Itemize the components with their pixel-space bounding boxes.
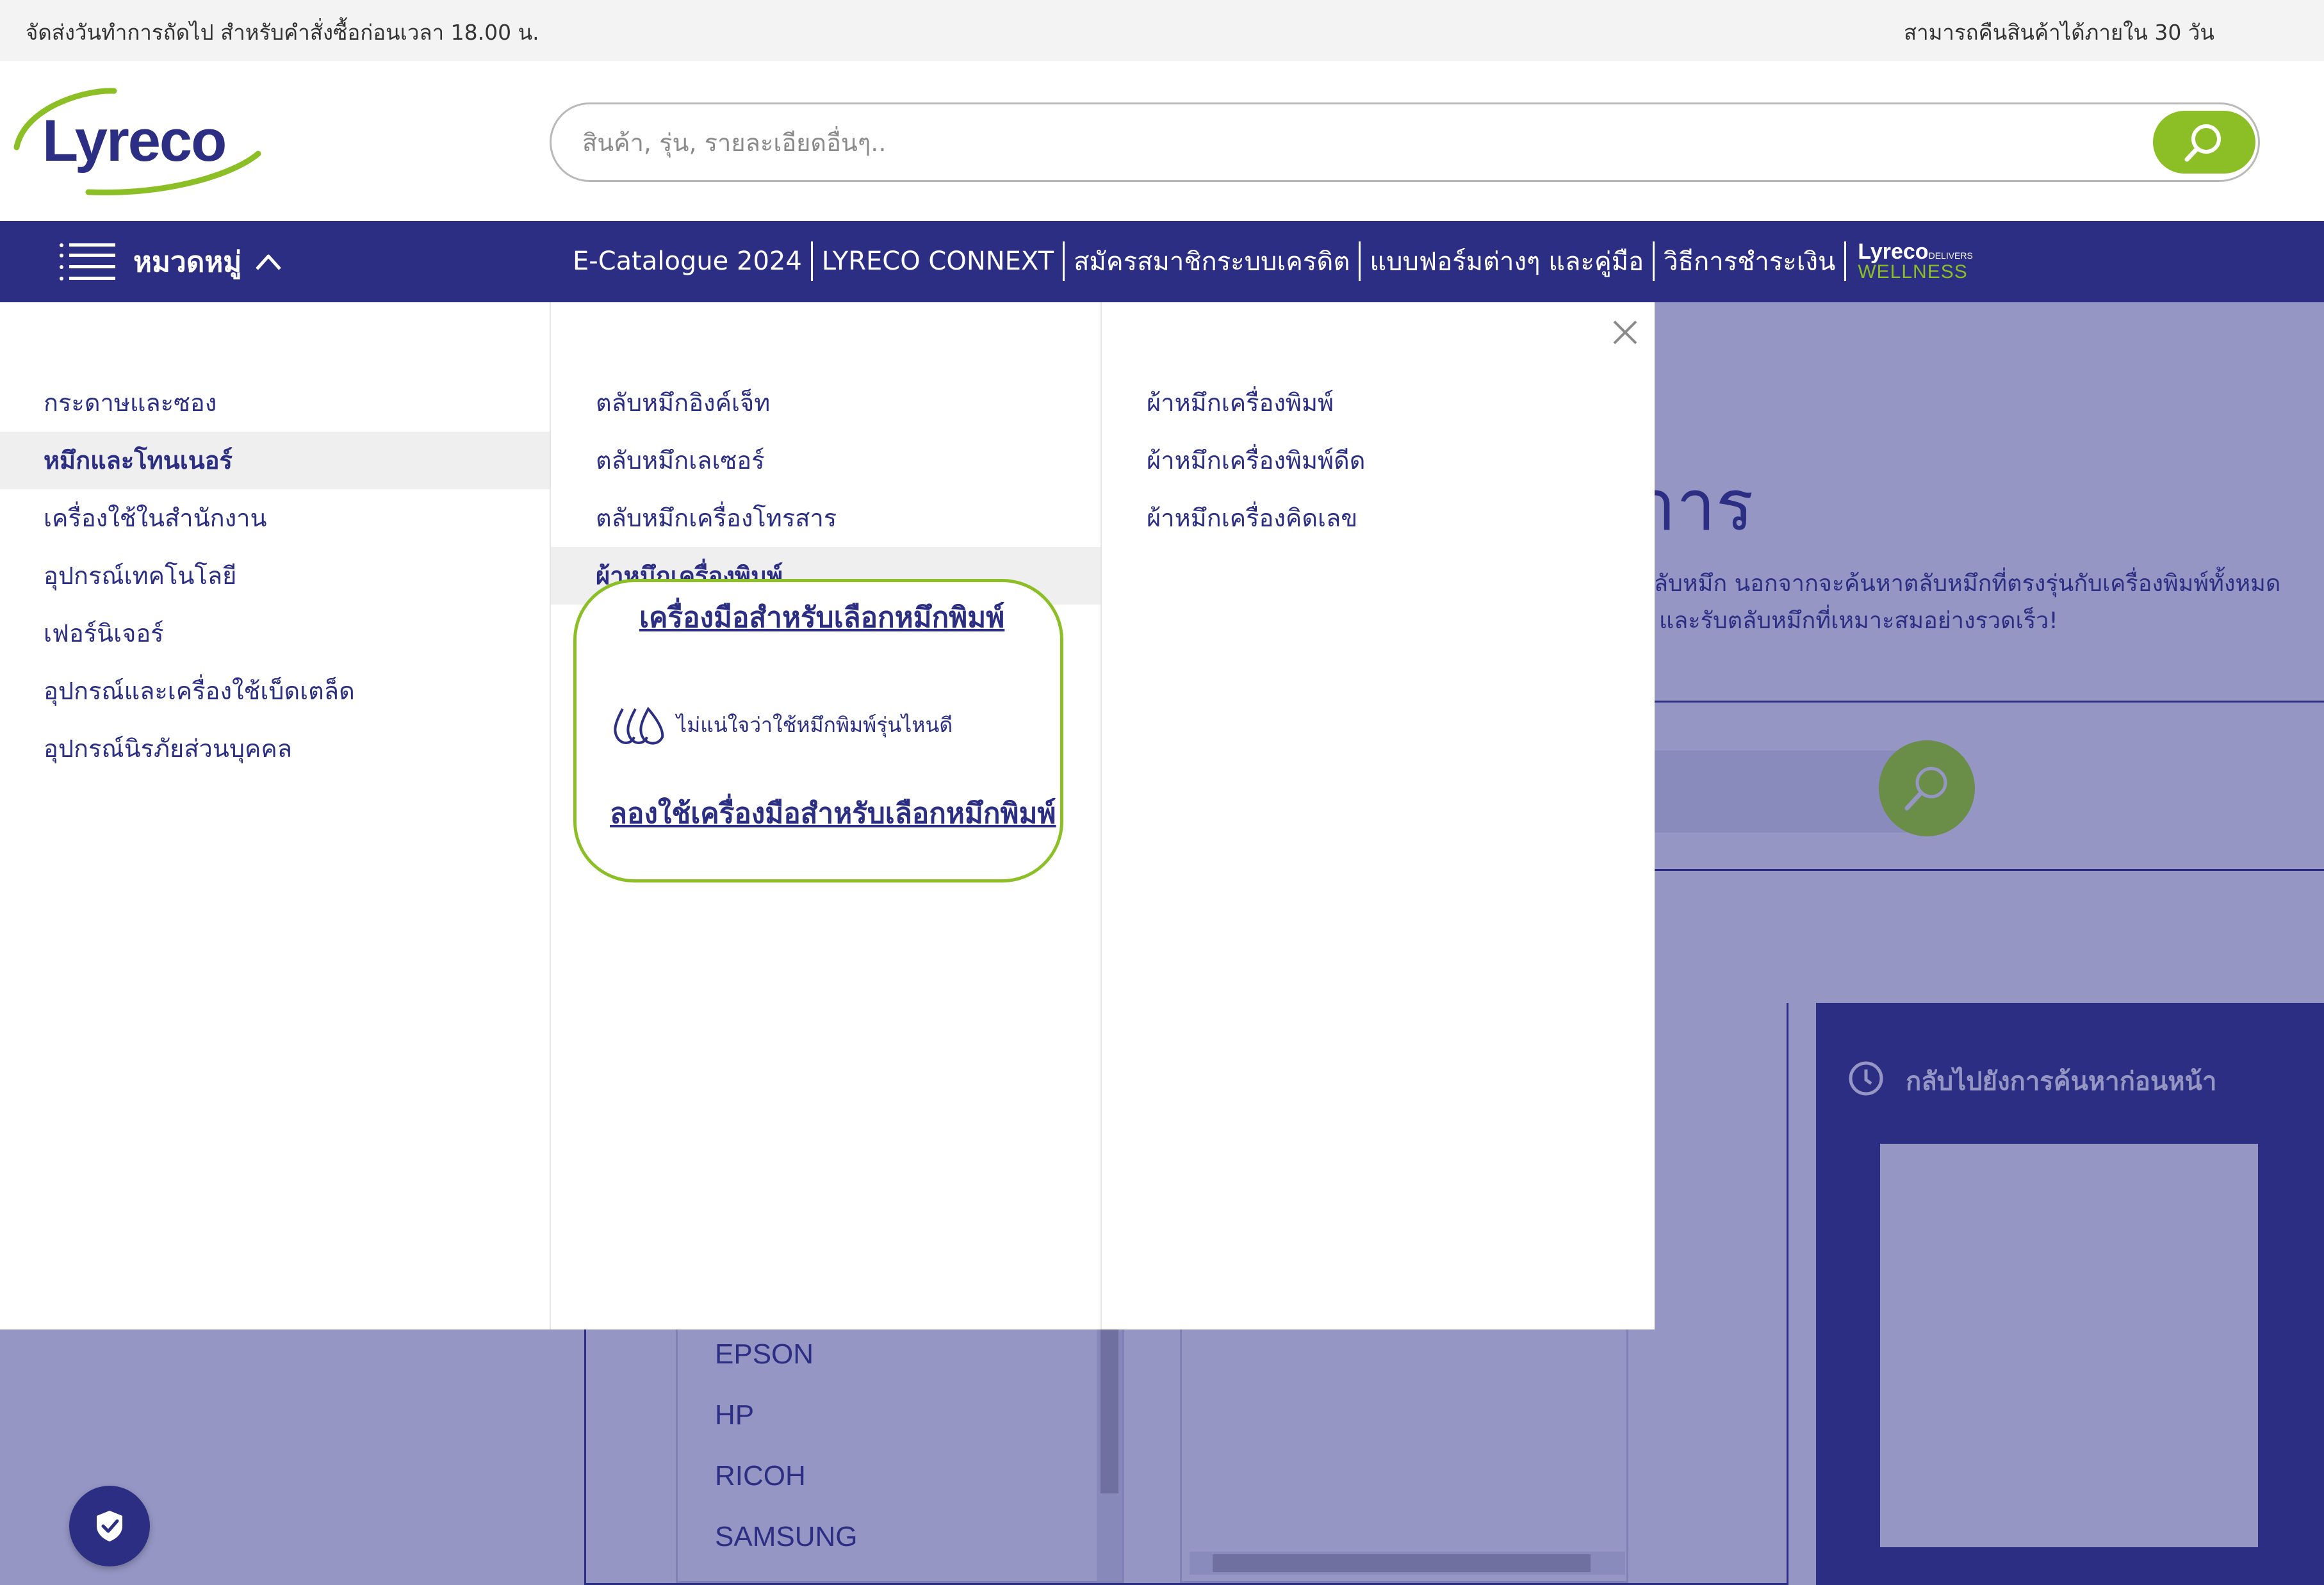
brand-option[interactable]: SAMSUNG bbox=[715, 1521, 857, 1553]
menu-item[interactable]: ผ้าหมึกเครื่องพิมพ์ bbox=[1102, 374, 1655, 432]
ink-finder-cta-link[interactable]: ลองใช้เครื่องมือสำหรับเลือกหมึกพิมพ์ bbox=[610, 800, 1058, 828]
scrollbar-thumb[interactable] bbox=[1101, 1327, 1118, 1493]
ink-drops-icon bbox=[614, 706, 664, 745]
previous-search-panel: กลับไปยังการค้นหาก่อนหน้า bbox=[1816, 1003, 2324, 1585]
subcategory-item[interactable]: ตลับหมึกอิงค์เจ็ท bbox=[551, 374, 1101, 432]
divider bbox=[1654, 869, 2324, 871]
nav-link-payment[interactable]: วิธีการชำระเงิน bbox=[1655, 241, 1844, 282]
nav-link-connext[interactable]: LYRECO CONNEXT bbox=[813, 247, 1063, 276]
category-item[interactable]: เฟอร์นิเจอร์ bbox=[0, 605, 550, 662]
search-icon bbox=[2184, 124, 2221, 162]
model-list[interactable] bbox=[1180, 1327, 1628, 1583]
brand-list[interactable]: EPSON HP RICOH SAMSUNG bbox=[676, 1327, 1124, 1583]
subcategory-item[interactable]: ตลับหมึกเครื่องโทรสาร bbox=[551, 489, 1101, 547]
top-info-bar: จัดส่งวันทำการถัดไป สำหรับคำสั่งซื้อก่อน… bbox=[0, 0, 2324, 61]
menu-item[interactable]: ผ้าหมึกเครื่องพิมพ์ดีด bbox=[1102, 432, 1655, 489]
returns-note: สามารถคืนสินค้าได้ภายใน 30 วัน bbox=[1904, 20, 2214, 45]
close-icon[interactable] bbox=[1609, 316, 1641, 348]
search-button[interactable] bbox=[2153, 111, 2255, 174]
brand-option[interactable]: RICOH bbox=[715, 1460, 806, 1492]
previous-search-box bbox=[1880, 1144, 2258, 1547]
horizontal-scrollbar[interactable] bbox=[1190, 1552, 1625, 1575]
category-item[interactable]: อุปกรณ์และเครื่องใช้เบ็ดเตล็ด bbox=[0, 662, 550, 720]
search-icon bbox=[1904, 767, 1947, 811]
categories-menu-button[interactable]: หมวดหมู่ bbox=[59, 239, 282, 285]
brand-option[interactable]: EPSON bbox=[715, 1338, 814, 1370]
logo-text: Lyreco bbox=[42, 108, 227, 174]
category-item[interactable]: อุปกรณ์นิรภัยส่วนบุคคล bbox=[0, 720, 550, 777]
brand-option[interactable]: HP bbox=[715, 1399, 754, 1431]
wellness-word: WELLNESS bbox=[1858, 261, 1968, 282]
ink-finder-promo: เครื่องมือสำหรับเลือกหมึกพิมพ์ ไม่แน่ใจว… bbox=[573, 579, 1063, 882]
category-item[interactable]: เครื่องใช้ในสำนักงาน bbox=[0, 489, 550, 547]
menu-item[interactable]: ผ้าหมึกเครื่องคิดเลข bbox=[1102, 489, 1655, 547]
chevron-up-icon bbox=[256, 254, 282, 270]
category-item-active[interactable]: หมึกและโทนเนอร์ bbox=[0, 432, 550, 489]
delivery-note: จัดส่งวันทำการถัดไป สำหรับคำสั่งซื้อก่อน… bbox=[26, 20, 539, 45]
clock-icon bbox=[1849, 1061, 1883, 1096]
hamburger-icon bbox=[60, 243, 115, 280]
divider bbox=[1654, 701, 2324, 703]
privacy-settings-button[interactable] bbox=[69, 1486, 150, 1566]
search-input[interactable] bbox=[582, 124, 2120, 162]
category-column: กระดาษและซอง หมึกและโทนเนอร์ เครื่องใช้ใ… bbox=[0, 302, 551, 1329]
item-column: ผ้าหมึกเครื่องพิมพ์ ผ้าหมึกเครื่องพิมพ์ด… bbox=[1102, 302, 1655, 1329]
wellness-sub: DELIVERS bbox=[1928, 250, 1973, 261]
ink-finder-title-link[interactable]: เครื่องมือสำหรับเลือกหมึกพิมพ์ bbox=[639, 604, 1024, 632]
page-description-line1: ลับหมึก นอกจากจะค้นหาตลับหมึกที่ตรงรุ่นก… bbox=[1654, 571, 2281, 597]
wellness-brand: Lyreco bbox=[1858, 240, 1929, 264]
previous-search-link[interactable]: กลับไปยังการค้นหาก่อนหน้า bbox=[1906, 1061, 2216, 1101]
brand-list-scrollbar[interactable] bbox=[1097, 1327, 1122, 1581]
nav-links: E-Catalogue 2024 LYRECO CONNEXT สมัครสมา… bbox=[564, 240, 1973, 282]
lyreco-logo[interactable]: Lyreco bbox=[12, 83, 268, 199]
category-item[interactable]: กระดาษและซอง bbox=[0, 374, 550, 432]
main-nav: หมวดหมู่ E-Catalogue 2024 LYRECO CONNEXT… bbox=[0, 221, 2324, 302]
nav-link-ecatalogue[interactable]: E-Catalogue 2024 bbox=[564, 247, 811, 276]
categories-menu-label: หมวดหมู่ bbox=[133, 246, 242, 279]
ink-search-button[interactable] bbox=[1879, 740, 1975, 836]
nav-link-credit-signup[interactable]: สมัครสมาชิกระบบเครดิต bbox=[1065, 241, 1359, 282]
search-bar bbox=[550, 102, 2260, 182]
page-description-line2: และรับตลับหมึกที่เหมาะสมอย่างรวดเร็ว! bbox=[1659, 608, 2058, 634]
ink-finder-note: ไม่แน่ใจว่าใช้หมึกพิมพ์รุ่นไหนดี bbox=[676, 713, 953, 737]
category-item[interactable]: อุปกรณ์เทคโนโลยี bbox=[0, 547, 550, 605]
scrollbar-thumb[interactable] bbox=[1213, 1554, 1591, 1572]
nav-link-wellness[interactable]: LyrecoDELIVERS WELLNESS bbox=[1846, 241, 1972, 282]
shield-check-icon bbox=[97, 1511, 122, 1541]
subcategory-item[interactable]: ตลับหมึกเลเซอร์ bbox=[551, 432, 1101, 489]
nav-link-forms[interactable]: แบบฟอร์มต่างๆ และคู่มือ bbox=[1361, 241, 1653, 282]
